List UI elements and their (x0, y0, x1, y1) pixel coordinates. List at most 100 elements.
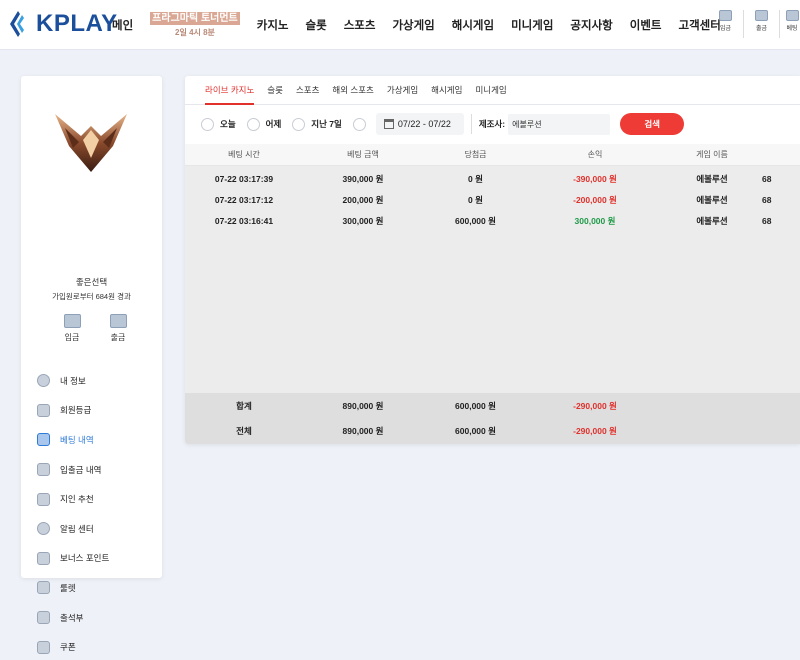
tab-slot[interactable]: 슬롯 (267, 76, 283, 105)
bet-history-icon (37, 433, 50, 447)
cell-pl: -390,000 원 (573, 173, 617, 184)
withdraw-wallet-icon (109, 314, 127, 328)
tab-sports[interactable]: 스포츠 (296, 76, 319, 105)
radio-last-7-days-label: 지난 7일 (311, 119, 342, 129)
cell-game: 에볼루션 (696, 194, 728, 205)
cell-bet: 200,000 원 (342, 194, 384, 205)
header-actions: 입금 출금 베팅 (708, 10, 800, 38)
cell-time: 07-22 03:17:12 (214, 194, 274, 205)
table-row[interactable]: 07-22 03:17:39 390,000 원 0 원 -390,000 원 … (185, 168, 800, 189)
user-icon (37, 374, 50, 388)
sidebar-deposit-button[interactable]: 입금 (59, 314, 85, 343)
sidebar-item-transactions[interactable]: 입출금 내역 (37, 455, 109, 485)
total-bet: 890,000 원 (342, 425, 384, 436)
table-body: 07-22 03:17:39 390,000 원 0 원 -390,000 원 … (185, 166, 800, 231)
sidebar-item-notifications[interactable]: 알림 센터 (37, 514, 109, 544)
logo[interactable]: KPLAY (8, 8, 118, 40)
col-winnings: 당첨금 (464, 150, 487, 159)
search-button[interactable]: 검색 (620, 113, 685, 135)
sidebar-withdraw-label: 출금 (110, 333, 126, 342)
date-range-value: 07/22 - 07/22 (397, 119, 451, 129)
nav-sports[interactable]: 스포츠 (344, 17, 376, 33)
cell-extra: 68 (762, 194, 772, 205)
sidebar-item-bonus-points[interactable]: 보너스 포인트 (37, 544, 109, 574)
radio-custom-range[interactable] (352, 117, 366, 131)
table-row[interactable]: 07-22 03:16:41 300,000 원 600,000 원 300,0… (185, 210, 800, 231)
nav-hash[interactable]: 해시게임 (452, 17, 494, 33)
cell-time: 07-22 03:16:41 (214, 215, 274, 226)
tab-live-casino[interactable]: 라이브 카지노 (205, 76, 255, 105)
header-withdraw-label: 출금 (755, 26, 768, 32)
nav-promo-tournament[interactable]: 프라그마틱 토너먼트 2일 4시 8분 (150, 12, 240, 38)
calendar-icon (37, 611, 50, 625)
bell-icon (37, 522, 50, 536)
maker-label: 제조사: (478, 119, 506, 129)
sidebar-item-label: 보너스 포인트 (60, 553, 110, 564)
col-bet-amount: 베팅 금액 (347, 150, 379, 159)
logo-mark-icon (10, 11, 24, 37)
tab-overseas-sports[interactable]: 해외 스포츠 (332, 76, 373, 105)
tab-mini[interactable]: 미니게임 (475, 76, 506, 105)
cell-bet: 390,000 원 (342, 173, 384, 184)
subtotal-row: 합계 890,000 원 600,000 원 -290,000 원 (185, 393, 800, 418)
sidebar-item-my-info[interactable]: 내 정보 (37, 366, 109, 396)
nav-main[interactable]: 메인 (112, 17, 133, 33)
cell-game: 에볼루션 (696, 215, 728, 226)
promo-timer: 2일 4시 8분 (175, 28, 215, 37)
sidebar-withdraw-button[interactable]: 출금 (105, 314, 131, 343)
game-category-tabs: 라이브 카지노 슬롯 스포츠 해외 스포츠 가상게임 해시게임 미니게임 (185, 76, 800, 105)
calendar-icon (383, 119, 394, 129)
sidebar-item-label: 지인 추천 (60, 494, 94, 505)
sidebar-item-attendance[interactable]: 출석부 (37, 603, 109, 633)
nav-mini[interactable]: 미니게임 (511, 17, 553, 33)
rank-emblem-icon (55, 114, 127, 172)
table-row[interactable]: 07-22 03:17:12 200,000 원 0 원 -200,000 원 … (185, 189, 800, 210)
sidebar-item-label: 내 정보 (60, 375, 86, 386)
total-row: 전체 890,000 원 600,000 원 -290,000 원 (185, 418, 800, 443)
sidebar-item-grade[interactable]: 회원등급 (37, 396, 109, 426)
sidebar-item-referral[interactable]: 지인 추천 (37, 484, 109, 514)
total-win: 600,000 원 (455, 425, 496, 436)
wallet-icon (37, 463, 50, 477)
sidebar-item-coupon[interactable]: 쿠폰 (37, 632, 109, 660)
table-totals: 합계 890,000 원 600,000 원 -290,000 원 전체 890… (185, 393, 800, 444)
col-game-name: 게임 이름 (696, 150, 728, 159)
sidebar-item-roulette[interactable]: 룰렛 (37, 573, 109, 603)
sidebar-item-bet-history[interactable]: 베팅 내역 (37, 425, 109, 455)
maker-input[interactable] (508, 113, 611, 135)
cell-win: 600,000 원 (455, 215, 496, 226)
tab-virtual[interactable]: 가상게임 (387, 76, 418, 105)
radio-yesterday-label: 어제 (265, 119, 282, 129)
nav-notice[interactable]: 공지사항 (570, 17, 612, 33)
friend-icon (37, 492, 50, 506)
radio-last-7-days[interactable] (292, 117, 306, 131)
bonus-icon (37, 551, 50, 565)
sidebar-item-label: 베팅 내역 (60, 434, 94, 445)
radio-yesterday[interactable] (246, 117, 260, 131)
radio-today[interactable] (201, 117, 214, 131)
divider (470, 114, 472, 134)
deposit-icon (719, 10, 732, 21)
user-membership-info: 가입원로부터 684원 경과 (52, 292, 131, 301)
sidebar-wallet-actions: 입금 출금 (59, 314, 131, 343)
roulette-icon (37, 581, 50, 595)
subtotal-pl: -290,000 원 (573, 400, 617, 411)
nav-slot[interactable]: 슬롯 (306, 17, 327, 33)
cell-extra: 68 (762, 215, 772, 226)
nav-casino[interactable]: 카지노 (257, 17, 289, 33)
nav-virtual[interactable]: 가상게임 (392, 17, 434, 33)
header-deposit-button[interactable]: 입금 (708, 10, 744, 38)
total-label: 전체 (236, 425, 252, 436)
tab-hash[interactable]: 해시게임 (431, 76, 462, 105)
total-pl: -290,000 원 (573, 425, 617, 436)
header-bet-button[interactable]: 베팅 (780, 10, 800, 38)
subtotal-bet: 890,000 원 (342, 400, 384, 411)
col-bet-time: 베팅 시간 (228, 150, 260, 159)
subtotal-label: 합계 (236, 400, 252, 411)
grade-icon (37, 403, 50, 417)
col-profit-loss: 손익 (587, 150, 603, 159)
sidebar: 좋은선택 가입원로부터 684원 경과 입금 출금 내 정보 회원등급 베팅 내… (21, 76, 162, 654)
nav-event[interactable]: 이벤트 (630, 17, 662, 33)
date-range-picker[interactable]: 07/22 - 07/22 (375, 113, 464, 135)
header-withdraw-button[interactable]: 출금 (744, 10, 780, 38)
